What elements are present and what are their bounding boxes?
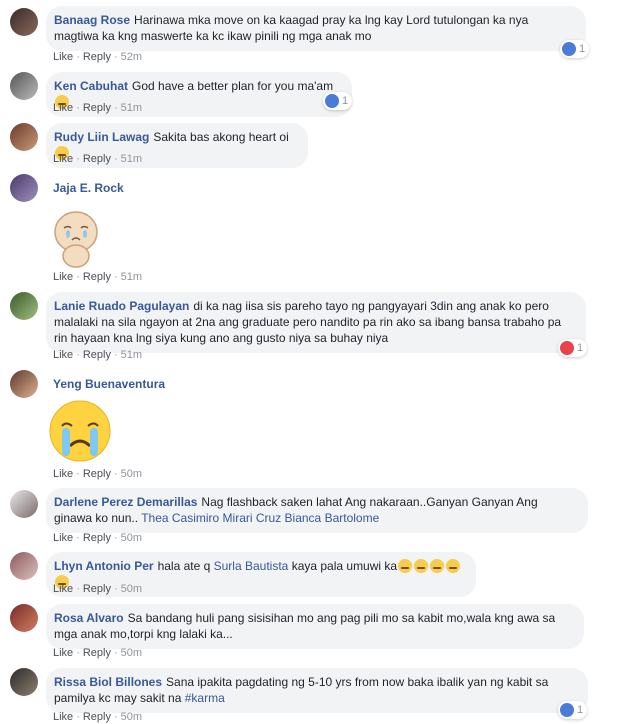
comment-text: Sa bandang huli pang sisisihan mo ang pa… bbox=[54, 611, 556, 641]
like-link[interactable]: Like bbox=[53, 153, 73, 165]
reply-link[interactable]: Reply bbox=[83, 468, 111, 480]
comment-actions: Like · Reply · 50m bbox=[53, 532, 143, 544]
commenter-name[interactable]: Darlene Perez Demarillas bbox=[54, 495, 197, 509]
crying-face-icon bbox=[398, 559, 413, 573]
comment-actions: Like · Reply · 52m bbox=[53, 51, 143, 63]
comment-text: God have a better plan for you ma'am bbox=[132, 79, 334, 93]
reaction-count: 1 bbox=[577, 342, 584, 354]
reaction-badge[interactable]: 1 bbox=[323, 92, 353, 110]
comment-bubble: Banaag Rose Harinawa mka move on ka kaaga… bbox=[46, 6, 586, 51]
comment-text-continued: kaya pala umuwi ka bbox=[291, 559, 398, 573]
commenter-name[interactable]: Lanie Ruado Pagulayan bbox=[54, 299, 189, 313]
like-link[interactable]: Like bbox=[53, 349, 73, 361]
like-link[interactable]: Like bbox=[53, 271, 73, 283]
avatar[interactable] bbox=[10, 370, 38, 398]
crying-face-icon bbox=[446, 559, 461, 573]
love-icon bbox=[560, 341, 574, 355]
commenter-name[interactable]: Rudy Liin Lawag bbox=[54, 130, 149, 144]
commenter-name[interactable]: Rissa Biol Billones bbox=[54, 675, 162, 689]
comment-actions: Like · Reply · 50m bbox=[53, 647, 143, 659]
reply-link[interactable]: Reply bbox=[83, 349, 111, 361]
reply-link[interactable]: Reply bbox=[83, 532, 111, 544]
comment-time[interactable]: 51m bbox=[121, 349, 142, 361]
reaction-count: 1 bbox=[342, 95, 349, 107]
reply-link[interactable]: Reply bbox=[83, 711, 111, 723]
like-link[interactable]: Like bbox=[53, 647, 73, 659]
reply-link[interactable]: Reply bbox=[83, 51, 111, 63]
comment-text: Sakita bas akong heart oi bbox=[153, 130, 289, 144]
comment-bubble: Rosa Alvaro Sa bandang huli pang sisisiha… bbox=[46, 604, 584, 649]
commenter-name[interactable]: Rosa Alvaro bbox=[54, 611, 124, 625]
comment-time[interactable]: 51m bbox=[121, 271, 142, 283]
comment-actions: Like · Reply · 51m bbox=[53, 102, 143, 114]
avatar[interactable] bbox=[10, 604, 38, 632]
comment-time[interactable]: 51m bbox=[121, 102, 142, 114]
avatar[interactable] bbox=[10, 552, 38, 580]
comment-text: hala ate q bbox=[157, 559, 211, 573]
avatar[interactable] bbox=[10, 490, 38, 518]
reply-link[interactable]: Reply bbox=[83, 153, 111, 165]
like-link[interactable]: Like bbox=[53, 51, 73, 63]
comment-actions: Like · Reply · 51m bbox=[53, 271, 143, 283]
avatar[interactable] bbox=[10, 292, 38, 320]
comment-actions: Like · Reply · 51m bbox=[53, 153, 143, 165]
commenter-name[interactable]: Ken Cabuhat bbox=[54, 79, 128, 93]
avatar[interactable] bbox=[10, 668, 38, 696]
reaction-badge[interactable]: 1 bbox=[558, 701, 588, 719]
tagged-user[interactable]: Surla Bautista bbox=[214, 559, 289, 573]
comment-actions: Like · Reply · 50m bbox=[53, 468, 143, 480]
avatar[interactable] bbox=[10, 72, 38, 100]
reaction-count: 1 bbox=[577, 704, 584, 716]
like-link[interactable]: Like bbox=[53, 102, 73, 114]
comment-time[interactable]: 50m bbox=[121, 532, 142, 544]
comment-time[interactable]: 50m bbox=[121, 468, 142, 480]
comment-bubble: Lanie Ruado Pagulayan di ka nag iisa sis … bbox=[46, 292, 586, 353]
reaction-count: 1 bbox=[579, 43, 586, 55]
reaction-badge[interactable]: 1 bbox=[558, 339, 588, 357]
like-icon bbox=[562, 42, 576, 56]
comment-time[interactable]: 52m bbox=[121, 51, 142, 63]
reply-link[interactable]: Reply bbox=[83, 583, 111, 595]
avatar[interactable] bbox=[10, 123, 38, 151]
comment-time[interactable]: 51m bbox=[121, 153, 142, 165]
avatar[interactable] bbox=[10, 174, 38, 202]
comment-bubble: Rissa Biol Billones Sana ipakita pagdatin… bbox=[46, 668, 588, 713]
like-icon bbox=[325, 94, 339, 108]
crying-emoji-sticker bbox=[46, 400, 114, 462]
sad-cat-sticker bbox=[52, 208, 100, 268]
comment-time[interactable]: 50m bbox=[121, 647, 142, 659]
like-link[interactable]: Like bbox=[53, 711, 73, 723]
like-icon bbox=[560, 703, 574, 717]
comment-actions: Like · Reply · 50m bbox=[53, 711, 143, 723]
tagged-users[interactable]: Thea Casimiro Mirari Cruz Bianca Bartolo… bbox=[141, 511, 379, 525]
commenter-name[interactable]: Yeng Buenaventura bbox=[53, 377, 165, 391]
reply-link[interactable]: Reply bbox=[83, 647, 111, 659]
commenter-name[interactable]: Banaag Rose bbox=[54, 13, 130, 27]
reaction-badge[interactable]: 1 bbox=[560, 40, 590, 58]
comment-time[interactable]: 50m bbox=[121, 583, 142, 595]
comment-time[interactable]: 50m bbox=[121, 711, 142, 723]
like-link[interactable]: Like bbox=[53, 532, 73, 544]
comment-actions: Like · Reply · 51m bbox=[53, 349, 143, 361]
crying-face-icon bbox=[430, 559, 445, 573]
reply-link[interactable]: Reply bbox=[83, 102, 111, 114]
like-link[interactable]: Like bbox=[53, 583, 73, 595]
hashtag-link[interactable]: #karma bbox=[185, 691, 225, 705]
like-link[interactable]: Like bbox=[53, 468, 73, 480]
commenter-name[interactable]: Jaja E. Rock bbox=[53, 181, 124, 195]
commenter-name[interactable]: Lhyn Antonio Per bbox=[54, 559, 154, 573]
comment-bubble: Darlene Perez Demarillas Nag flashback sa… bbox=[46, 488, 588, 533]
comment-actions: Like · Reply · 50m bbox=[53, 583, 143, 595]
crying-face-icon bbox=[414, 559, 429, 573]
avatar[interactable] bbox=[10, 8, 38, 36]
reply-link[interactable]: Reply bbox=[83, 271, 111, 283]
